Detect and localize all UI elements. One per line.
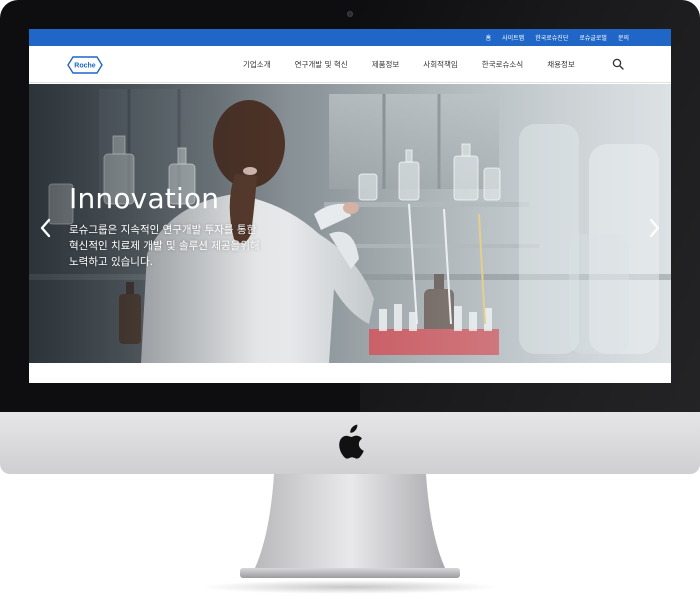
hero-text-line-2: 혁신적인 치료제 개발 및 솔루션 제공을위해 <box>69 240 260 252</box>
utility-links: 홈 사이트맵 한국로슈진단 로슈글로벌 문의 <box>486 29 629 46</box>
nav-item-about[interactable]: 기업소개 <box>243 59 271 70</box>
hero-title: Innovation <box>69 182 220 215</box>
utility-bar: 홈 사이트맵 한국로슈진단 로슈글로벌 문의 <box>29 29 671 46</box>
main-navigation: Roche 기업소개 연구개발 및 혁신 제품정보 사회적책임 한국로슈소식 채… <box>29 46 671 83</box>
chevron-right-icon[interactable] <box>647 217 661 239</box>
browser-screen: 홈 사이트맵 한국로슈진단 로슈글로벌 문의 Roche 기업소개 연구개발 및… <box>29 29 671 383</box>
search-icon[interactable] <box>612 58 624 70</box>
hero-text-line-3: 노력하고 있습니다. <box>69 256 153 268</box>
utility-link-roche-global[interactable]: 로슈글로벌 <box>579 33 607 42</box>
nav-menu: 기업소개 연구개발 및 혁신 제품정보 사회적책임 한국로슈소식 채용정보 <box>243 46 599 83</box>
hero-text-line-1: 로슈그룹은 지속적인 연구개발 투자를 통한 <box>69 224 257 236</box>
nav-item-news[interactable]: 한국로슈소식 <box>482 59 523 70</box>
chevron-left-icon[interactable] <box>39 217 53 239</box>
camera-icon <box>347 11 353 17</box>
utility-link-contact[interactable]: 문의 <box>618 33 629 42</box>
utility-link-roche-diagnostics[interactable]: 한국로슈진단 <box>535 33 568 42</box>
roche-logo[interactable]: Roche <box>67 56 103 74</box>
hero-carousel: Innovation 로슈그룹은 지속적인 연구개발 투자를 통한 혁신적인 치… <box>29 84 671 363</box>
logo-text: Roche <box>74 63 96 70</box>
stand-shadow <box>200 580 500 594</box>
imac-mockup: 홈 사이트맵 한국로슈진단 로슈글로벌 문의 Roche 기업소개 연구개발 및… <box>0 0 700 600</box>
nav-item-products[interactable]: 제품정보 <box>372 59 400 70</box>
nav-item-careers[interactable]: 채용정보 <box>547 59 575 70</box>
apple-logo-icon <box>339 424 364 459</box>
utility-link-home[interactable]: 홈 <box>486 33 492 42</box>
content-strip <box>29 363 671 383</box>
monitor-stand <box>240 474 460 578</box>
nav-item-csr[interactable]: 사회적책임 <box>423 59 458 70</box>
nav-item-rnd[interactable]: 연구개발 및 혁신 <box>295 59 348 70</box>
utility-link-sitemap[interactable]: 사이트맵 <box>502 33 524 42</box>
